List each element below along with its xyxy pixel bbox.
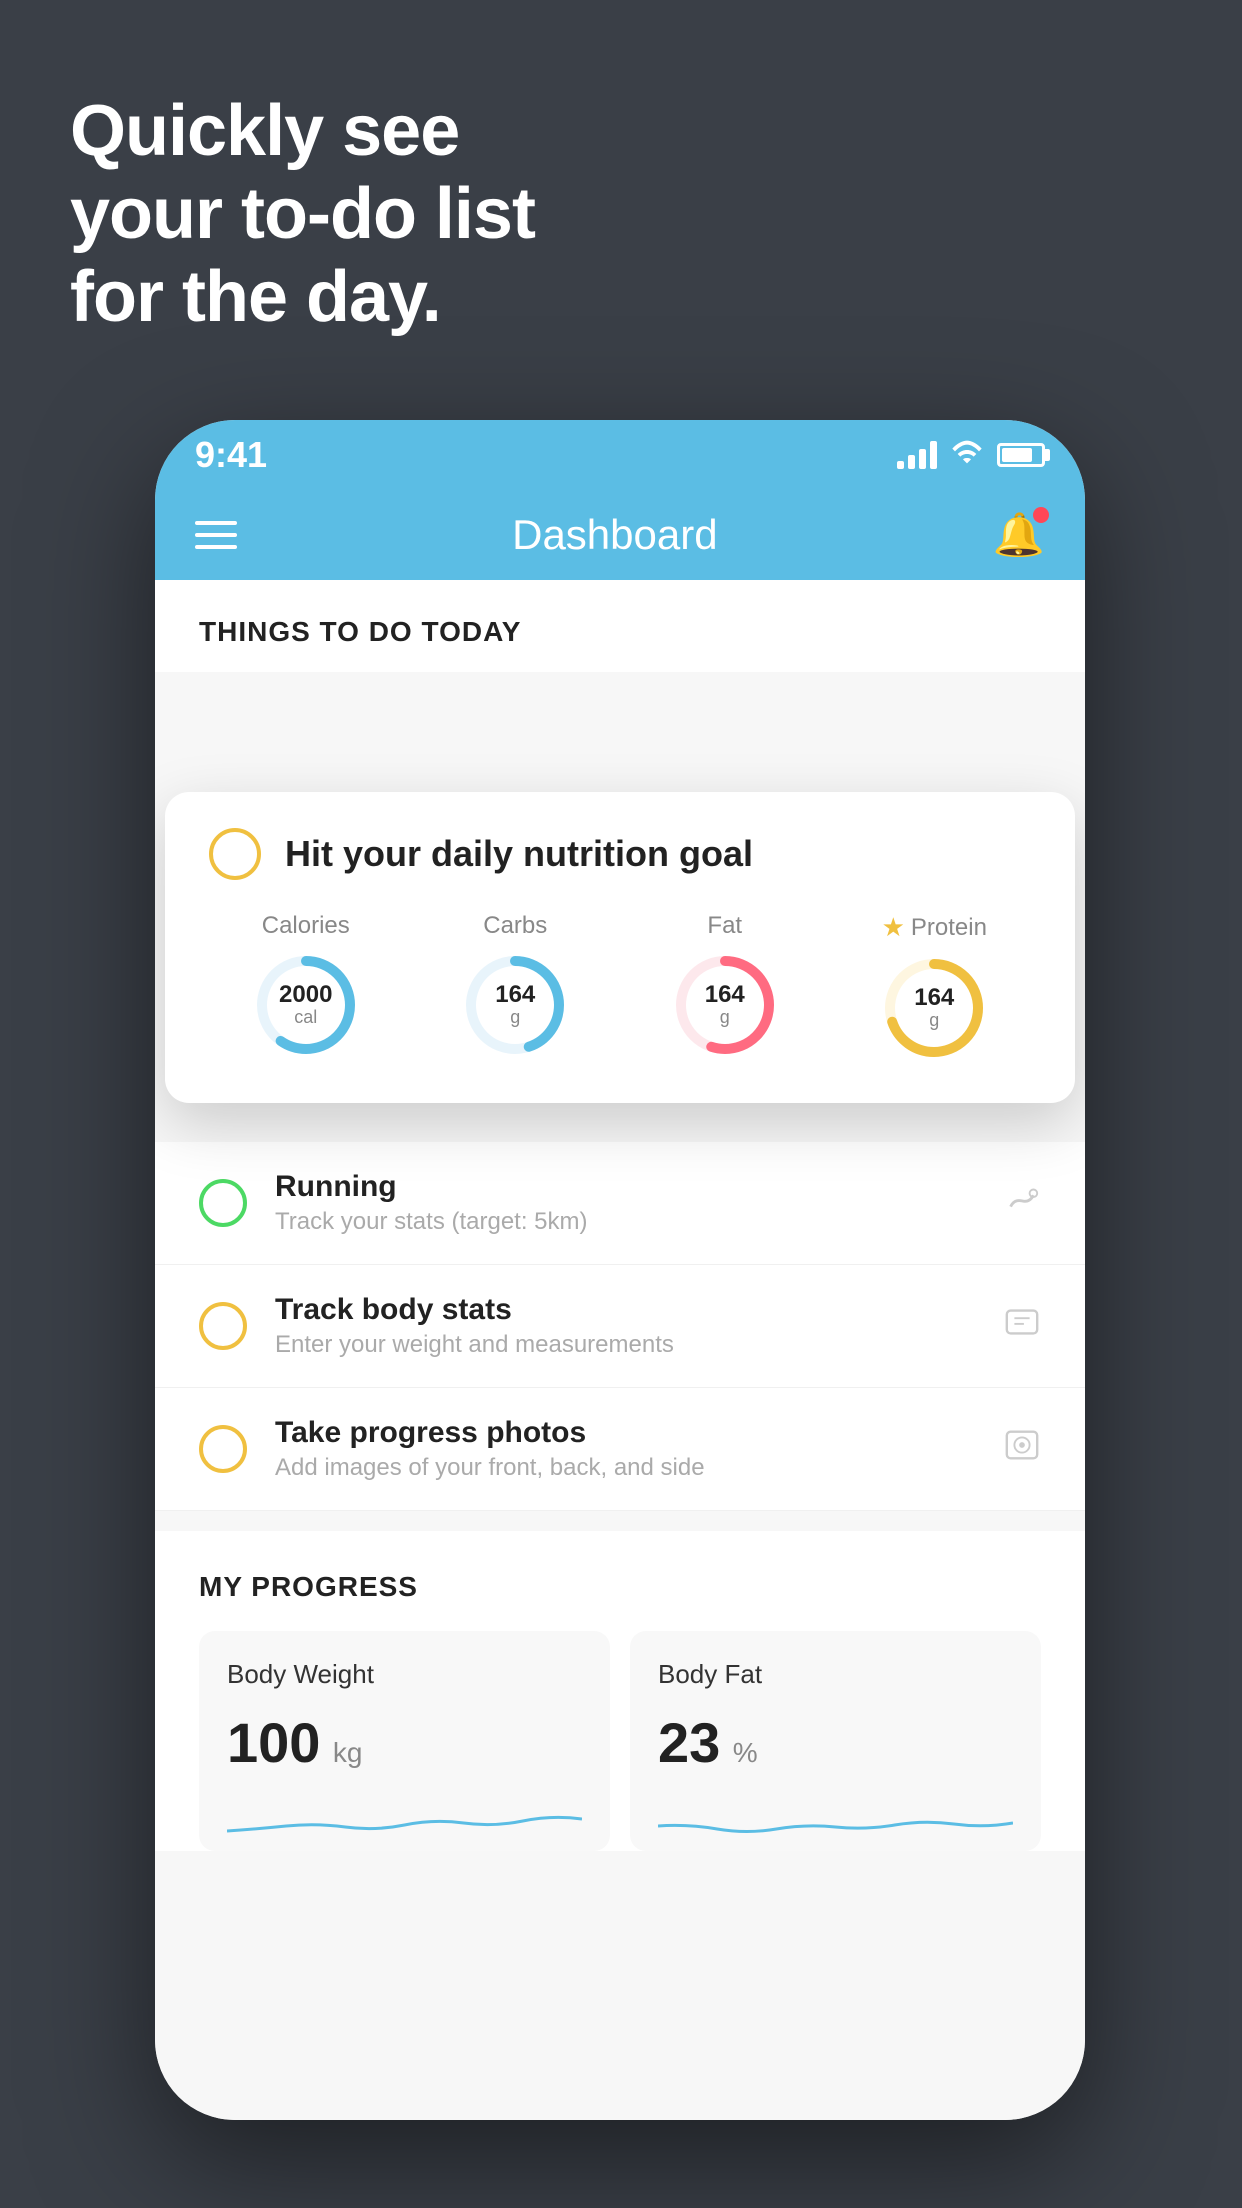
progress-grid: Body Weight 100 kg Body Fat 23 xyxy=(199,1631,1041,1851)
nutrition-title: Hit your daily nutrition goal xyxy=(285,833,753,875)
body-stats-text: Track body stats Enter your weight and m… xyxy=(275,1293,975,1359)
bell-icon[interactable]: 🔔 xyxy=(993,511,1045,560)
body-stats-desc: Enter your weight and measurements xyxy=(275,1331,975,1359)
calories-value: 2000 xyxy=(279,982,332,1008)
body-stats-name: Track body stats xyxy=(275,1293,975,1327)
todo-running[interactable]: Running Track your stats (target: 5km) xyxy=(155,1142,1085,1265)
protein-star-icon: ★ xyxy=(882,912,905,943)
signal-icon xyxy=(897,441,937,469)
things-section-title: THINGS TO DO TODAY xyxy=(199,616,1041,648)
body-weight-title: Body Weight xyxy=(227,1659,582,1690)
protein-value: 164 xyxy=(914,985,954,1011)
running-text: Running Track your stats (target: 5km) xyxy=(275,1170,975,1236)
body-weight-card: Body Weight 100 kg xyxy=(199,1631,610,1851)
carbs-label: Carbs xyxy=(483,912,547,940)
fat-ring: 164 g xyxy=(670,950,780,1060)
calories-label: Calories xyxy=(262,912,350,940)
running-name: Running xyxy=(275,1170,975,1204)
protein-label: Protein xyxy=(911,914,987,942)
headline: Quickly see your to-do list for the day. xyxy=(70,90,535,338)
things-to-do-section: THINGS TO DO TODAY xyxy=(155,580,1085,672)
nutrition-protein: ★ Protein 164 g xyxy=(838,912,1032,1063)
status-icons xyxy=(897,438,1045,473)
header-title: Dashboard xyxy=(512,511,717,559)
notification-dot xyxy=(1033,507,1049,523)
body-stats-checkbox[interactable] xyxy=(199,1302,247,1350)
photos-name: Take progress photos xyxy=(275,1416,975,1450)
calories-ring: 2000 cal xyxy=(251,950,361,1060)
protein-unit: g xyxy=(914,1011,954,1031)
hamburger-icon[interactable] xyxy=(195,521,237,549)
body-fat-unit: % xyxy=(733,1737,758,1768)
body-fat-value: 23 xyxy=(658,1711,720,1774)
body-fat-title: Body Fat xyxy=(658,1659,1013,1690)
nutrition-grid: Calories 2000 cal xyxy=(209,912,1031,1063)
running-checkbox[interactable] xyxy=(199,1179,247,1227)
wifi-icon xyxy=(951,438,983,473)
running-icon xyxy=(1003,1182,1041,1224)
carbs-value: 164 xyxy=(495,982,535,1008)
card-header: Hit your daily nutrition goal xyxy=(209,828,1031,880)
progress-section-title: MY PROGRESS xyxy=(199,1571,1041,1603)
body-weight-chart xyxy=(227,1791,582,1851)
status-time: 9:41 xyxy=(195,434,267,476)
photos-checkbox[interactable] xyxy=(199,1425,247,1473)
running-desc: Track your stats (target: 5km) xyxy=(275,1208,975,1236)
fat-label: Fat xyxy=(707,912,742,940)
protein-ring: 164 g xyxy=(879,953,989,1063)
calories-unit: cal xyxy=(279,1008,332,1028)
carbs-unit: g xyxy=(495,1008,535,1028)
fat-value: 164 xyxy=(705,982,745,1008)
nutrition-carbs: Carbs 164 g xyxy=(419,912,613,1063)
body-weight-value: 100 xyxy=(227,1711,320,1774)
fat-unit: g xyxy=(705,1008,745,1028)
body-fat-card: Body Fat 23 % xyxy=(630,1631,1041,1851)
nutrition-calories: Calories 2000 cal xyxy=(209,912,403,1063)
nutrition-card: Hit your daily nutrition goal Calories xyxy=(165,792,1075,1103)
photos-text: Take progress photos Add images of your … xyxy=(275,1416,975,1482)
phone-content: THINGS TO DO TODAY Hit your daily nutrit… xyxy=(155,580,1085,2120)
nutrition-fat: Fat 164 g xyxy=(628,912,822,1063)
nutrition-checkbox[interactable] xyxy=(209,828,261,880)
progress-section: MY PROGRESS Body Weight 100 kg Body xyxy=(155,1531,1085,1851)
body-fat-chart xyxy=(658,1791,1013,1851)
battery-icon xyxy=(997,443,1045,467)
todo-photos[interactable]: Take progress photos Add images of your … xyxy=(155,1388,1085,1511)
status-bar: 9:41 xyxy=(155,420,1085,490)
todo-body-stats[interactable]: Track body stats Enter your weight and m… xyxy=(155,1265,1085,1388)
carbs-ring: 164 g xyxy=(460,950,570,1060)
phone-frame: 9:41 Da xyxy=(155,420,1085,2120)
body-stats-icon xyxy=(1003,1303,1041,1350)
photos-desc: Add images of your front, back, and side xyxy=(275,1454,975,1482)
todo-list: Running Track your stats (target: 5km) T… xyxy=(155,1142,1085,1511)
body-weight-unit: kg xyxy=(333,1737,363,1768)
app-header: Dashboard 🔔 xyxy=(155,490,1085,580)
photos-icon xyxy=(1003,1426,1041,1473)
